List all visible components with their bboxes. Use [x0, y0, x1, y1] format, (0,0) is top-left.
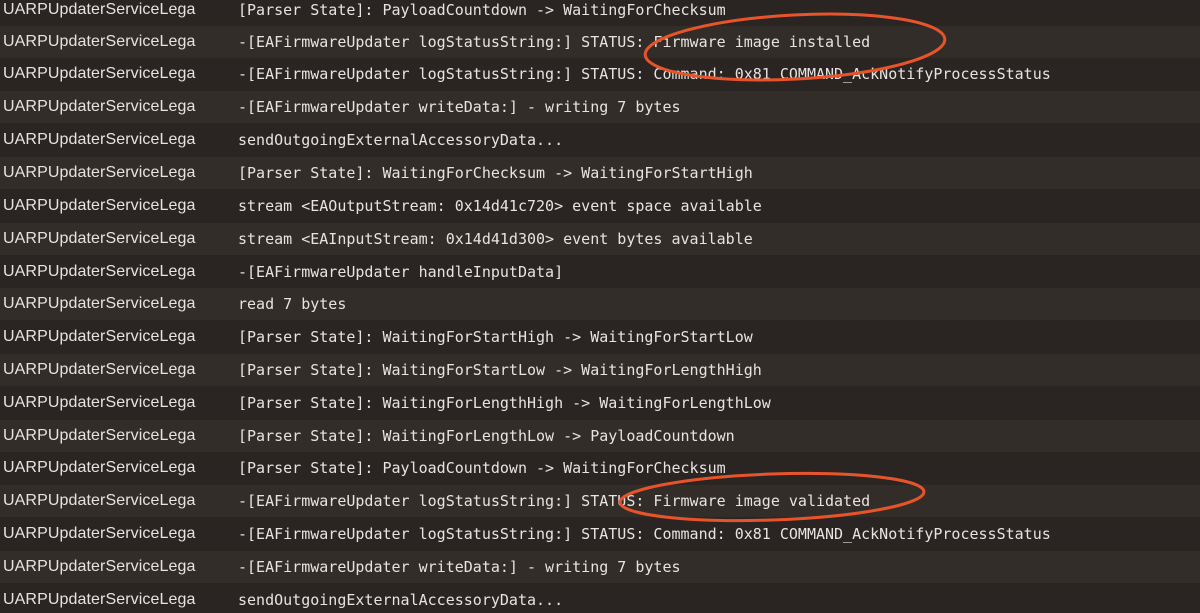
- log-process-name: UARPUpdaterServiceLega: [3, 591, 196, 608]
- log-row[interactable]: UARPUpdaterServiceLega [Parser State]: P…: [0, 452, 1200, 484]
- log-row[interactable]: UARPUpdaterServiceLega stream <EAOutputS…: [0, 190, 1200, 222]
- log-row[interactable]: UARPUpdaterServiceLega -[EAFirmwareUpdat…: [0, 26, 1200, 58]
- log-process-name: UARPUpdaterServiceLega: [3, 525, 196, 542]
- log-process-name: UARPUpdaterServiceLega: [3, 131, 196, 148]
- log-process-name: UARPUpdaterServiceLega: [3, 1, 196, 18]
- log-message: sendOutgoingExternalAccessoryData...: [238, 591, 564, 609]
- log-row[interactable]: UARPUpdaterServiceLega stream <EAInputSt…: [0, 223, 1200, 255]
- log-message: [Parser State]: PayloadCountdown -> Wait…: [238, 1, 726, 19]
- log-process-name: UARPUpdaterServiceLega: [3, 295, 196, 312]
- log-message: sendOutgoingExternalAccessoryData...: [238, 131, 564, 149]
- log-process-name: UARPUpdaterServiceLega: [3, 427, 196, 444]
- log-message: -[EAFirmwareUpdater logStatusString:] ST…: [238, 492, 871, 510]
- log-message: [Parser State]: WaitingForLengthLow -> P…: [238, 427, 735, 445]
- log-row[interactable]: UARPUpdaterServiceLega -[EAFirmwareUpdat…: [0, 91, 1200, 123]
- log-message: stream <EAOutputStream: 0x14d41c720> eve…: [238, 197, 762, 215]
- log-message: [Parser State]: WaitingForStartLow -> Wa…: [238, 361, 762, 379]
- log-message: -[EAFirmwareUpdater logStatusString:] ST…: [238, 525, 1051, 543]
- log-message: [Parser State]: PayloadCountdown -> Wait…: [238, 459, 726, 477]
- log-row[interactable]: UARPUpdaterServiceLega [Parser State]: W…: [0, 321, 1200, 353]
- log-row[interactable]: UARPUpdaterServiceLega -[EAFirmwareUpdat…: [0, 485, 1200, 517]
- log-process-name: UARPUpdaterServiceLega: [3, 98, 196, 115]
- log-process-name: UARPUpdaterServiceLega: [3, 328, 196, 345]
- log-message: -[EAFirmwareUpdater logStatusString:] ST…: [238, 65, 1051, 83]
- log-process-name: UARPUpdaterServiceLega: [3, 459, 196, 476]
- log-row[interactable]: UARPUpdaterServiceLega read 7 bytes: [0, 288, 1200, 320]
- log-process-name: UARPUpdaterServiceLega: [3, 361, 196, 378]
- log-message: -[EAFirmwareUpdater writeData:] - writin…: [238, 558, 681, 576]
- log-message: -[EAFirmwareUpdater logStatusString:] ST…: [238, 33, 871, 51]
- log-row[interactable]: UARPUpdaterServiceLega -[EAFirmwareUpdat…: [0, 58, 1200, 90]
- log-process-name: UARPUpdaterServiceLega: [3, 65, 196, 82]
- log-message: read 7 bytes: [238, 295, 347, 313]
- log-process-name: UARPUpdaterServiceLega: [3, 394, 196, 411]
- log-row[interactable]: UARPUpdaterServiceLega [Parser State]: W…: [0, 157, 1200, 189]
- log-process-name: UARPUpdaterServiceLega: [3, 492, 196, 509]
- log-viewer: UARPUpdaterServiceLega [Parser State]: P…: [0, 0, 1200, 613]
- log-process-name: UARPUpdaterServiceLega: [3, 230, 196, 247]
- log-message: -[EAFirmwareUpdater writeData:] - writin…: [238, 98, 681, 116]
- log-row[interactable]: UARPUpdaterServiceLega -[EAFirmwareUpdat…: [0, 256, 1200, 288]
- log-row[interactable]: UARPUpdaterServiceLega [Parser State]: W…: [0, 354, 1200, 386]
- log-message: [Parser State]: WaitingForLengthHigh -> …: [238, 394, 771, 412]
- log-message: -[EAFirmwareUpdater handleInputData]: [238, 263, 564, 281]
- log-process-name: UARPUpdaterServiceLega: [3, 33, 196, 50]
- log-row[interactable]: UARPUpdaterServiceLega sendOutgoingExter…: [0, 584, 1200, 613]
- log-process-name: UARPUpdaterServiceLega: [3, 197, 196, 214]
- log-process-name: UARPUpdaterServiceLega: [3, 164, 196, 181]
- log-row[interactable]: UARPUpdaterServiceLega sendOutgoingExter…: [0, 124, 1200, 156]
- log-row[interactable]: UARPUpdaterServiceLega [Parser State]: P…: [0, 0, 1200, 26]
- log-row[interactable]: UARPUpdaterServiceLega [Parser State]: W…: [0, 387, 1200, 419]
- log-process-name: UARPUpdaterServiceLega: [3, 263, 196, 280]
- log-row[interactable]: UARPUpdaterServiceLega [Parser State]: W…: [0, 420, 1200, 452]
- log-message: stream <EAInputStream: 0x14d41d300> even…: [238, 230, 753, 248]
- log-message: [Parser State]: WaitingForChecksum -> Wa…: [238, 164, 753, 182]
- log-process-name: UARPUpdaterServiceLega: [3, 558, 196, 575]
- log-row[interactable]: UARPUpdaterServiceLega -[EAFirmwareUpdat…: [0, 518, 1200, 550]
- log-message: [Parser State]: WaitingForStartHigh -> W…: [238, 328, 753, 346]
- log-row[interactable]: UARPUpdaterServiceLega -[EAFirmwareUpdat…: [0, 551, 1200, 583]
